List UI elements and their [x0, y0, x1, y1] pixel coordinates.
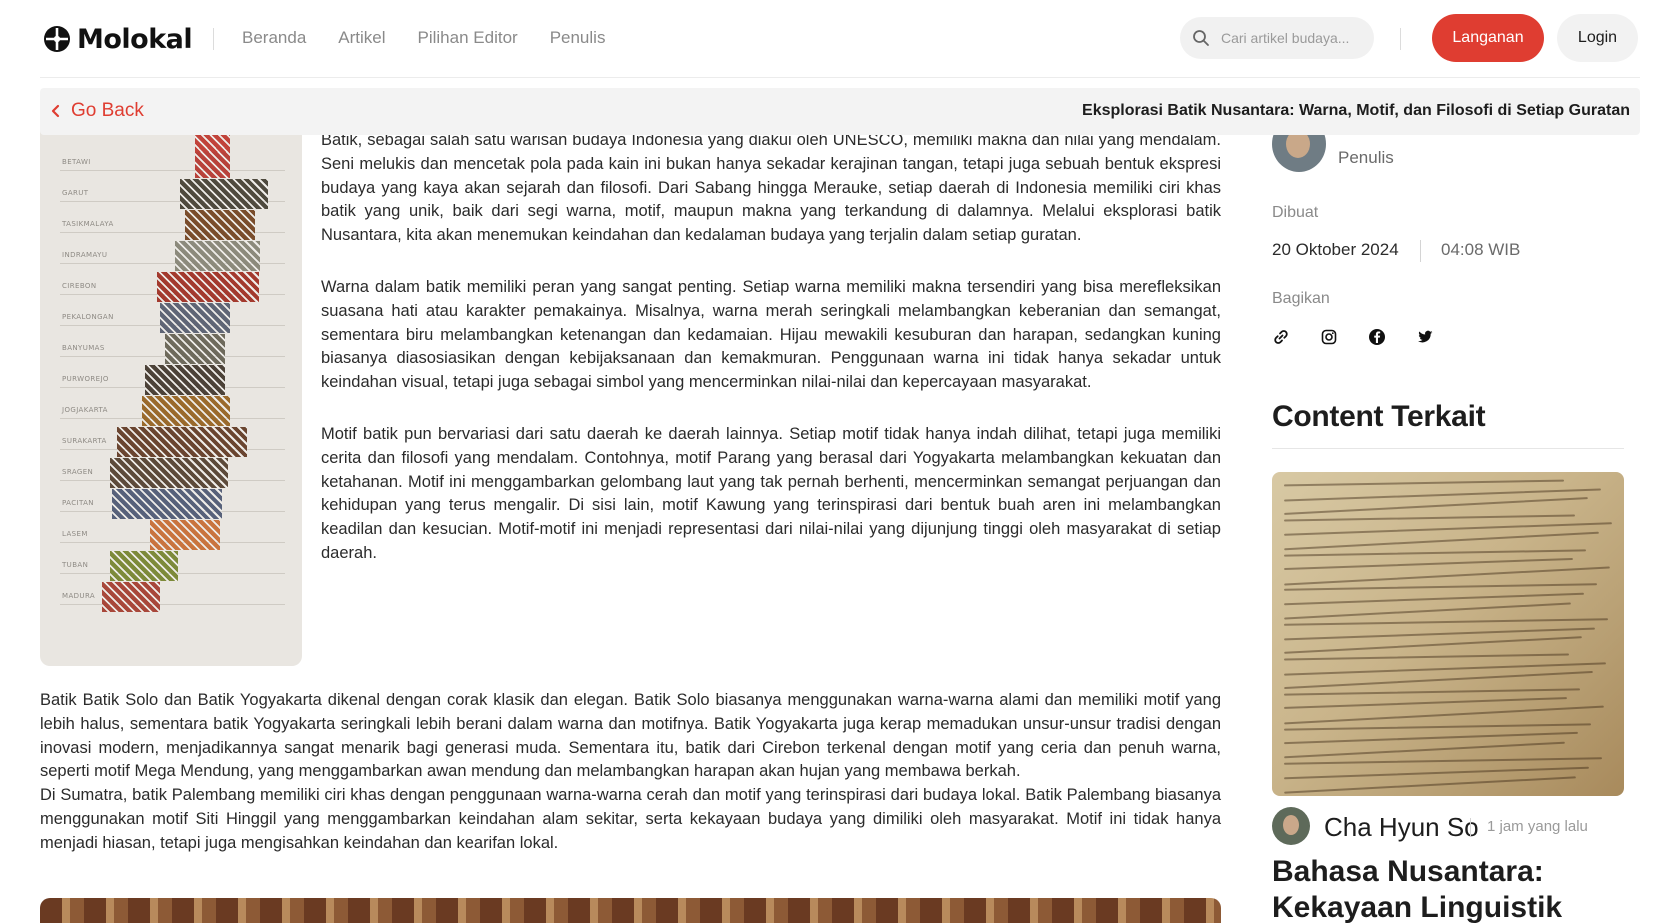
region-label: TUBAN: [62, 561, 89, 569]
batik-swatch: [117, 427, 247, 457]
main-nav: Beranda Artikel Pilihan Editor Penulis: [242, 28, 605, 48]
header-divider: [213, 28, 214, 50]
batik-swatch: [185, 210, 255, 240]
region-label: JOGJAKARTA: [62, 406, 108, 414]
handwriting-stroke: [1284, 653, 1569, 661]
search-icon: [1193, 30, 1209, 46]
site-header: Molokal Beranda Artikel Pilihan Editor P…: [40, 0, 1640, 78]
region-label: TASIKMALAYA: [62, 220, 114, 228]
batik-swatch: [195, 148, 230, 178]
header-divider: [1400, 28, 1401, 50]
region-label: MADURA: [62, 592, 96, 600]
go-back-button[interactable]: Go Back: [49, 100, 144, 122]
go-back-label: Go Back: [71, 100, 144, 121]
author-role: Penulis: [1338, 148, 1394, 167]
batik-swatch: [110, 551, 178, 581]
login-button[interactable]: Login: [1557, 14, 1638, 62]
related-content-title: Content Terkait: [1272, 400, 1486, 433]
handwriting-stroke: [1284, 602, 1571, 620]
publish-time: 04:08 WIB: [1441, 240, 1521, 259]
region-label: INDRAMAYU: [62, 251, 108, 259]
molokal-logo-icon: [44, 26, 70, 52]
region-line: [60, 170, 285, 171]
batik-swatch: [102, 582, 160, 612]
region-label: SRAGEN: [62, 468, 94, 476]
region-line: [60, 604, 285, 605]
handwriting-stroke: [1284, 722, 1591, 731]
facebook-icon[interactable]: [1368, 328, 1386, 346]
batik-swatch: [110, 458, 228, 488]
created-label: Dibuat: [1272, 204, 1319, 221]
related-time: 1 jam yang lalu: [1487, 818, 1588, 835]
handwriting-stroke: [1284, 618, 1608, 627]
article-paragraph: Warna dalam batik memiliki peran yang sa…: [321, 278, 1221, 392]
search-input[interactable]: [1221, 30, 1361, 46]
handwriting-stroke: [1284, 705, 1604, 725]
region-label: PEKALONGAN: [62, 313, 114, 321]
handwriting-stroke: [1284, 775, 1576, 794]
handwriting-stroke: [1284, 688, 1580, 696]
region-label: CIREBON: [62, 282, 97, 290]
share-label: Bagikan: [1272, 290, 1330, 307]
batik-swatch: [157, 272, 259, 302]
nav-penulis[interactable]: Penulis: [550, 28, 606, 48]
search-box[interactable]: [1180, 17, 1374, 59]
related-article-image[interactable]: [1272, 472, 1624, 796]
batik-swatch: [112, 489, 222, 519]
share-buttons: [1272, 328, 1434, 346]
article-paragraph: Batik Batik Solo dan Batik Yogyakarta di…: [40, 691, 1221, 781]
related-divider: [1272, 448, 1624, 449]
handwriting-stroke: [1284, 548, 1586, 557]
batik-swatch: [145, 365, 225, 395]
date-divider: [1420, 240, 1421, 262]
handwriting-stroke: [1284, 636, 1582, 655]
batik-swatch: [165, 334, 225, 364]
handwriting-stroke: [1284, 514, 1575, 522]
logo-text: Molokal: [77, 23, 193, 55]
region-label: PURWOREJO: [62, 375, 109, 383]
chevron-left-icon: [51, 104, 60, 118]
handwriting-stroke: [1284, 479, 1564, 487]
handwriting-stroke: [1284, 531, 1599, 551]
region-label: BANYUMAS: [62, 344, 105, 352]
handwriting-stroke: [1284, 583, 1597, 592]
related-author-avatar[interactable]: [1272, 807, 1310, 845]
article-title: Eksplorasi Batik Nusantara: Warna, Motif…: [1082, 102, 1630, 119]
nav-artikel[interactable]: Artikel: [338, 28, 385, 48]
handwriting-stroke: [1284, 558, 1573, 571]
related-article-headline[interactable]: Bahasa Nusantara: Kekayaan Linguistik: [1272, 854, 1632, 923]
region-label: LASEM: [62, 530, 88, 538]
back-bar: Go Back Eksplorasi Batik Nusantara: Warn…: [40, 88, 1640, 135]
logo[interactable]: Molokal: [43, 23, 193, 55]
nav-beranda[interactable]: Beranda: [242, 28, 306, 48]
handwriting-stroke: [1284, 566, 1610, 586]
handwriting-stroke: [1284, 757, 1602, 766]
batik-swatch: [180, 179, 268, 209]
subscribe-button[interactable]: Langanan: [1432, 14, 1544, 62]
related-divider-vertical: [1470, 818, 1471, 836]
handwriting-stroke: [1284, 741, 1565, 759]
region-label: PACITAN: [62, 499, 94, 507]
batik-regions-image: BETAWI GARUT TASIKMALAYA INDRAMAYU CIREBON PE…: [40, 110, 302, 666]
batik-swatch: [160, 303, 230, 333]
related-author-name[interactable]: Cha Hyun So: [1324, 812, 1479, 843]
region-label: GARUT: [62, 189, 89, 197]
region-label: BETAWI: [62, 158, 91, 166]
link-icon[interactable]: [1272, 328, 1290, 346]
region-label: SURAKARTA: [62, 437, 107, 445]
handwriting-stroke: [1284, 697, 1567, 710]
twitter-icon[interactable]: [1416, 328, 1434, 346]
nav-pilihan-editor[interactable]: Pilihan Editor: [418, 28, 518, 48]
article-paragraph: Motif batik pun bervariasi dari satu dae…: [321, 425, 1221, 562]
publish-date: 20 Oktober 2024: [1272, 240, 1399, 259]
batik-pattern-image: [40, 898, 1221, 923]
article-paragraph: Di Sumatra, batik Palembang memiliki cir…: [40, 786, 1221, 852]
batik-swatch: [150, 520, 220, 550]
batik-swatch: [142, 396, 230, 426]
article-paragraph: Batik, sebagai salah satu warisan budaya…: [321, 131, 1221, 245]
batik-swatch: [175, 241, 260, 271]
instagram-icon[interactable]: [1320, 328, 1338, 346]
